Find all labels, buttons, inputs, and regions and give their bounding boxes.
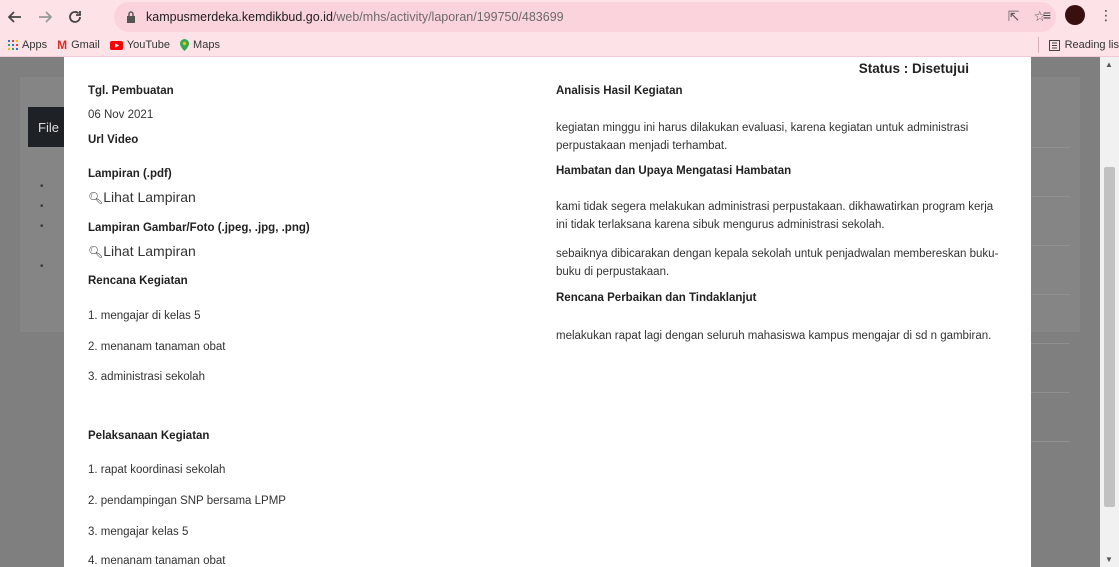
magnify-icon: 🔍︎: [88, 191, 104, 205]
magnify-icon: 🔍︎: [88, 245, 104, 259]
lock-icon: [124, 9, 138, 25]
bookmarks-bar: Apps M Gmail YouTube Maps Reading lis: [0, 34, 1119, 57]
tgl-pembuatan-value: 06 Nov 2021: [88, 109, 154, 121]
apps-grid-icon: [8, 40, 18, 50]
hambatan-label: Hambatan dan Upaya Mengatasi Hambatan: [556, 165, 792, 177]
bookmark-label: Gmail: [71, 39, 100, 51]
pelaksanaan-item: 3. mengajar kelas 5: [88, 526, 189, 538]
scroll-down-arrow-icon[interactable]: ▼: [1105, 555, 1113, 564]
background-bullets: • • • •: [40, 181, 44, 272]
url-text: kampusmerdeka.kemdikbud.go.id/web/mhs/ac…: [146, 10, 564, 24]
rencana-item: 3. administrasi sekolah: [88, 371, 205, 383]
bookmark-label: Maps: [193, 39, 220, 51]
reading-list-label: Reading lis: [1064, 39, 1119, 51]
lampiran-pdf-label: Lampiran (.pdf): [88, 168, 172, 180]
background-lines: [1030, 147, 1070, 490]
url-host: kampusmerdeka.kemdikbud.go.id: [146, 10, 333, 24]
pelaksanaan-item: 4. menanam tanaman obat: [88, 555, 226, 567]
reload-button[interactable]: [64, 6, 86, 28]
kebab-menu-icon[interactable]: ⋮: [1099, 7, 1113, 24]
pelaksanaan-kegiatan-label: Pelaksanaan Kegiatan: [88, 430, 210, 442]
analisis-label: Analisis Hasil Kegiatan: [556, 85, 683, 97]
reading-list-button[interactable]: Reading lis: [1037, 37, 1119, 53]
bookmark-youtube[interactable]: YouTube: [109, 39, 171, 51]
hambatan-text-1: kami tidak segera melakukan administrasi…: [556, 201, 994, 231]
reload-icon: [69, 11, 81, 23]
browser-toolbar: kampusmerdeka.kemdikbud.go.id/web/mhs/ac…: [0, 0, 1119, 34]
page-scrollbar[interactable]: ▲ ▼: [1100, 57, 1119, 567]
rencana-item: 2. menanam tanaman obat: [88, 341, 226, 353]
bookmark-label: Apps: [22, 39, 48, 51]
url-video-label: Url Video: [88, 134, 139, 146]
address-bar[interactable]: kampusmerdeka.kemdikbud.go.id/web/mhs/ac…: [114, 2, 1056, 32]
forward-button[interactable]: [34, 6, 56, 28]
back-button[interactable]: [4, 6, 26, 28]
arrow-right-icon: [39, 11, 52, 23]
bookmark-label: YouTube: [126, 39, 171, 51]
background-file-tab: File: [28, 107, 68, 147]
reading-list-icon: [1048, 39, 1060, 51]
arrow-left-icon: [8, 11, 21, 23]
avatar[interactable]: [1065, 5, 1085, 25]
gmail-icon: M: [57, 38, 68, 52]
bookmark-maps[interactable]: Maps: [180, 39, 220, 51]
report-modal: Status : Disetujui Tgl. Pembuatan 06 Nov…: [64, 57, 1031, 567]
pelaksanaan-item: 2. pendampingan SNP bersama LPMP: [88, 495, 286, 507]
url-path: /web/mhs/activity/laporan/199750/483699: [332, 10, 564, 24]
lampiran-gambar-label: Lampiran Gambar/Foto (.jpeg, .jpg, .png): [88, 222, 310, 234]
analisis-text: kegiatan minggu ini harus dilakukan eval…: [556, 122, 969, 152]
rencana-perbaikan-label: Rencana Perbaikan dan Tindaklanjut: [556, 292, 757, 304]
rencana-kegiatan-label: Rencana Kegiatan: [88, 275, 188, 287]
page-viewport: File • • • • Status : Disetujui Tgl. Pembu…: [0, 57, 1100, 567]
rencana-item: 1. mengajar di kelas 5: [88, 310, 201, 322]
youtube-icon: [109, 40, 123, 50]
scrollbar-thumb[interactable]: [1104, 167, 1115, 507]
share-icon[interactable]: ⇱: [1008, 8, 1020, 25]
bookmark-gmail[interactable]: M Gmail: [57, 38, 100, 52]
media-control-icon[interactable]: ≡: [1043, 7, 1051, 23]
lihat-lampiran-pdf-link[interactable]: 🔍︎Lihat Lampiran: [88, 189, 196, 205]
lihat-lampiran-label: Lihat Lampiran: [103, 243, 196, 259]
lihat-lampiran-gambar-link[interactable]: 🔍︎Lihat Lampiran: [88, 243, 196, 259]
maps-icon: [180, 39, 190, 51]
status-badge: Status : Disetujui: [858, 61, 969, 76]
scroll-up-arrow-icon[interactable]: ▲: [1105, 60, 1113, 69]
pelaksanaan-item: 1. rapat koordinasi sekolah: [88, 464, 226, 476]
lihat-lampiran-label: Lihat Lampiran: [103, 189, 196, 205]
bookmark-apps[interactable]: Apps: [8, 39, 47, 51]
rencana-perbaikan-text: melakukan rapat lagi dengan seluruh maha…: [556, 330, 992, 342]
tgl-pembuatan-label: Tgl. Pembuatan: [88, 85, 174, 97]
hambatan-text-2: sebaiknya dibicarakan dengan kepala seko…: [556, 248, 999, 278]
